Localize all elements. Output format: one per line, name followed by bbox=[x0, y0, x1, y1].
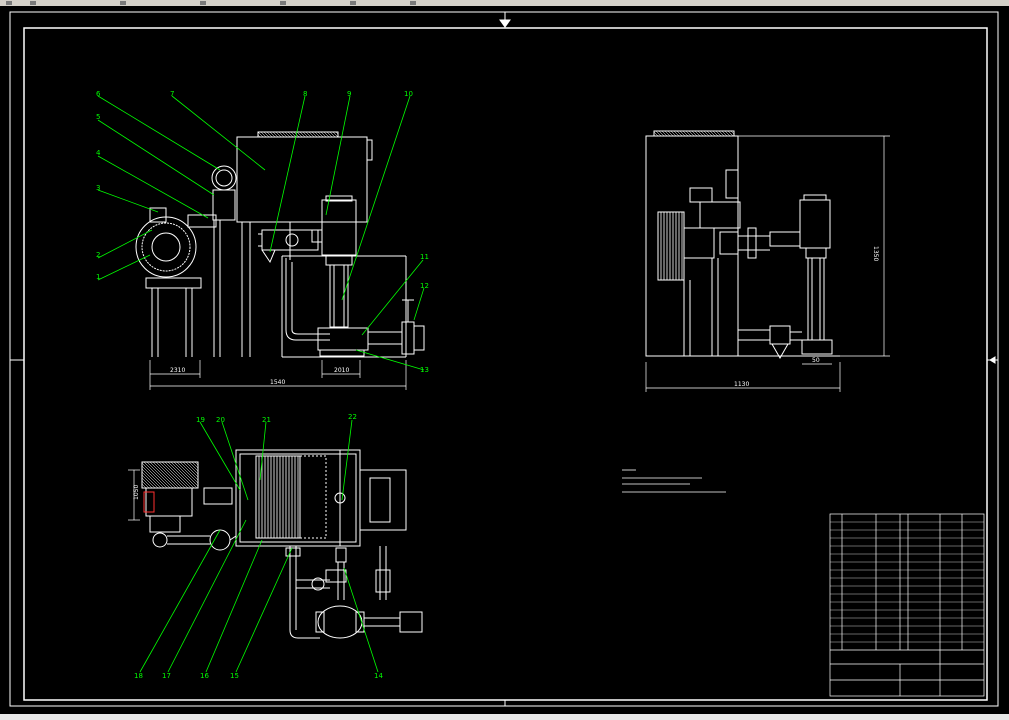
callout-19: 19 bbox=[196, 416, 205, 424]
callout-12: 12 bbox=[420, 282, 429, 290]
callout-10: 10 bbox=[404, 90, 413, 98]
title-block bbox=[829, 513, 985, 697]
callout-11: 11 bbox=[420, 253, 429, 261]
toolbar-icon[interactable] bbox=[120, 1, 126, 5]
toolbar-icon[interactable] bbox=[30, 1, 36, 5]
callout-7: 7 bbox=[170, 90, 174, 98]
dim-front-pump: 2010 bbox=[334, 367, 349, 374]
callout-20: 20 bbox=[216, 416, 225, 424]
callout-21: 21 bbox=[262, 416, 271, 424]
callout-15: 15 bbox=[230, 672, 239, 680]
callout-18: 18 bbox=[134, 672, 143, 680]
callout-9: 9 bbox=[347, 90, 351, 98]
dim-plan-height: 1050 bbox=[133, 485, 140, 500]
callout-17: 17 bbox=[162, 672, 171, 680]
callout-16: 16 bbox=[200, 672, 209, 680]
callout-6: 6 bbox=[96, 90, 101, 98]
drawing-canvas[interactable]: 2310 1540 2010 1 2 3 4 5 6 7 8 9 10 11 1… bbox=[0, 6, 1009, 714]
callout-5: 5 bbox=[96, 113, 100, 121]
dim-side-width: 1130 bbox=[734, 381, 749, 388]
callout-8: 8 bbox=[303, 90, 307, 98]
callout-14: 14 bbox=[374, 672, 383, 680]
plan-view bbox=[141, 449, 423, 639]
dim-front-width: 1540 bbox=[270, 379, 285, 386]
front-view bbox=[135, 131, 425, 358]
callout-1: 1 bbox=[96, 273, 100, 281]
callout-13: 13 bbox=[420, 366, 429, 374]
toolbar-icon[interactable] bbox=[350, 1, 356, 5]
toolbar-icon[interactable] bbox=[6, 1, 12, 5]
bom-rows bbox=[830, 521, 984, 643]
status-strip bbox=[0, 714, 1009, 720]
callout-2: 2 bbox=[96, 251, 100, 259]
callout-22: 22 bbox=[348, 413, 357, 421]
toolbar-icon[interactable] bbox=[410, 1, 416, 5]
dim-front-left: 2310 bbox=[170, 367, 185, 374]
dim-side-small: 50 bbox=[812, 357, 820, 364]
side-view bbox=[645, 130, 840, 360]
callout-4: 4 bbox=[96, 149, 101, 157]
technical-notes bbox=[622, 469, 726, 493]
dim-side-height: 1350 bbox=[872, 246, 879, 261]
callout-3: 3 bbox=[96, 184, 100, 192]
toolbar-icon[interactable] bbox=[200, 1, 206, 5]
toolbar-icon[interactable] bbox=[280, 1, 286, 5]
